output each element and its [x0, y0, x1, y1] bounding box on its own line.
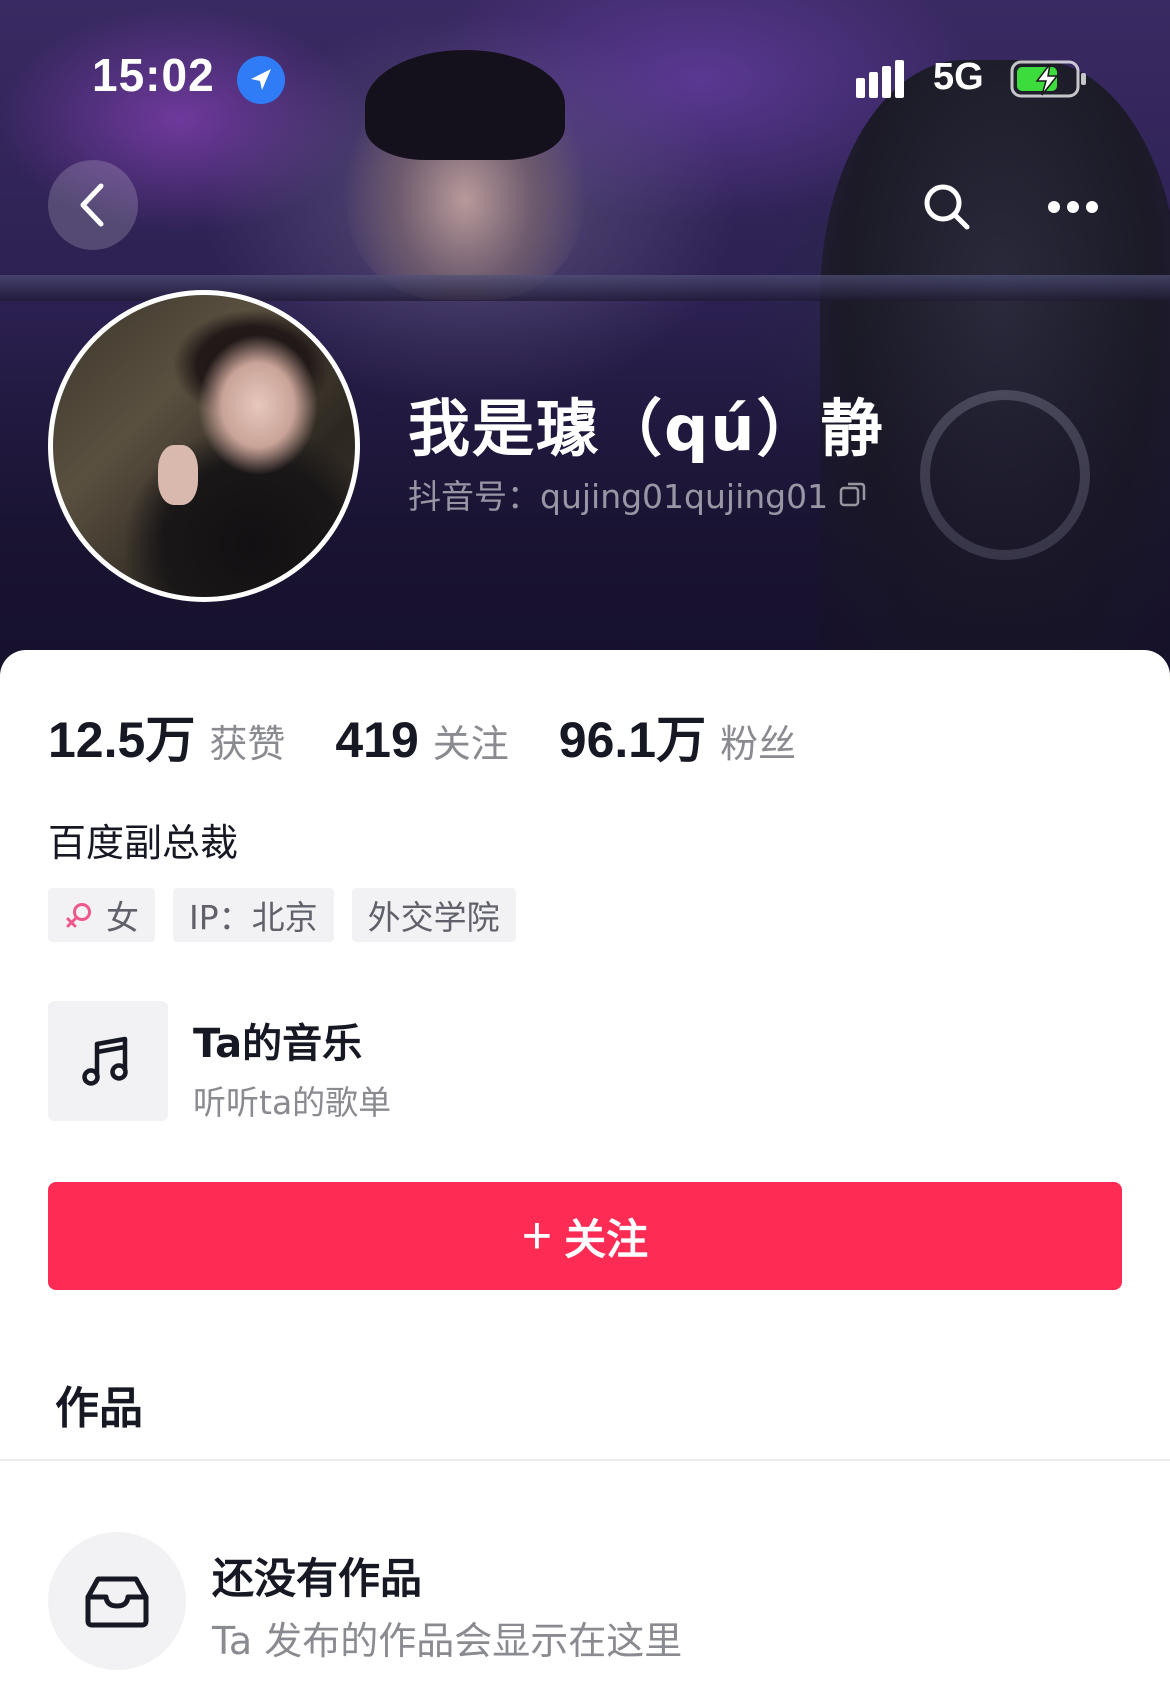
tag-gender: 女 [48, 888, 155, 942]
douyin-id: 抖音号：qujing01qujing01 [408, 477, 829, 516]
stats-row: 12.5万 获赞 419 关注 96.1万 粉丝 [48, 700, 846, 772]
stat-value: 419 [335, 712, 419, 768]
back-button[interactable] [48, 160, 138, 250]
search-button[interactable] [902, 162, 992, 252]
divider [0, 1459, 1170, 1461]
display-name: 我是璩（qú）静 [408, 392, 885, 465]
network-type: 5G [933, 56, 984, 98]
profile-tags: 女 IP：北京 外交学院 [48, 888, 516, 942]
follow-button[interactable]: + 关注 [48, 1182, 1122, 1290]
music-title: Ta的音乐 [193, 1021, 363, 1067]
music-note-icon [82, 1036, 128, 1086]
douyin-id-row[interactable]: 抖音号：qujing01qujing01 [408, 470, 868, 518]
chevron-left-icon [80, 183, 104, 227]
stat-value: 12.5万 [48, 712, 196, 768]
stat-label: 粉丝 [720, 722, 797, 766]
tag-school[interactable]: 外交学院 [351, 888, 516, 942]
bio: 百度副总裁 [48, 821, 239, 865]
copy-icon[interactable] [838, 479, 868, 509]
more-button[interactable] [1028, 162, 1118, 252]
tab-works[interactable]: 作品 [55, 1372, 143, 1436]
stat-label: 获赞 [209, 722, 286, 766]
stat-label: 关注 [432, 722, 509, 766]
plus-icon: + [521, 1207, 553, 1265]
tag-ip-label: IP：北京 [189, 898, 318, 937]
more-dots-icon [1048, 201, 1098, 213]
music-entry[interactable]: Ta的音乐 听听ta的歌单 [48, 1001, 648, 1122]
empty-state-subtitle: Ta 发布的作品会显示在这里 [212, 1619, 683, 1663]
follow-label: 关注 [564, 1215, 649, 1263]
avatar[interactable] [48, 290, 360, 602]
inbox-tray-icon [85, 1576, 149, 1628]
signal-bars-icon [856, 58, 916, 104]
profile-sheet [0, 650, 1170, 1685]
profile-page: 15:02 5G 我是璩（qú）静 抖音号：qujing01qujing01 1… [0, 0, 1170, 1685]
stat-value: 96.1万 [558, 712, 707, 768]
music-subtitle: 听听ta的歌单 [193, 1083, 392, 1122]
empty-state-title: 还没有作品 [212, 1554, 423, 1603]
empty-state-icon-wrap [48, 1532, 186, 1670]
stat-followers[interactable]: 96.1万 粉丝 [559, 700, 796, 772]
music-thumbnail [48, 1001, 168, 1121]
search-icon [924, 184, 970, 230]
location-arrow-icon [237, 56, 285, 104]
female-icon [66, 903, 91, 928]
stat-likes[interactable]: 12.5万 获赞 [48, 700, 285, 772]
battery-charging-icon [1010, 58, 1088, 104]
tag-ip: IP：北京 [173, 888, 334, 942]
tag-gender-label: 女 [106, 898, 139, 937]
stat-following[interactable]: 419 关注 [335, 711, 508, 769]
status-time: 15:02 [92, 49, 215, 101]
tag-school-label: 外交学院 [367, 898, 500, 937]
